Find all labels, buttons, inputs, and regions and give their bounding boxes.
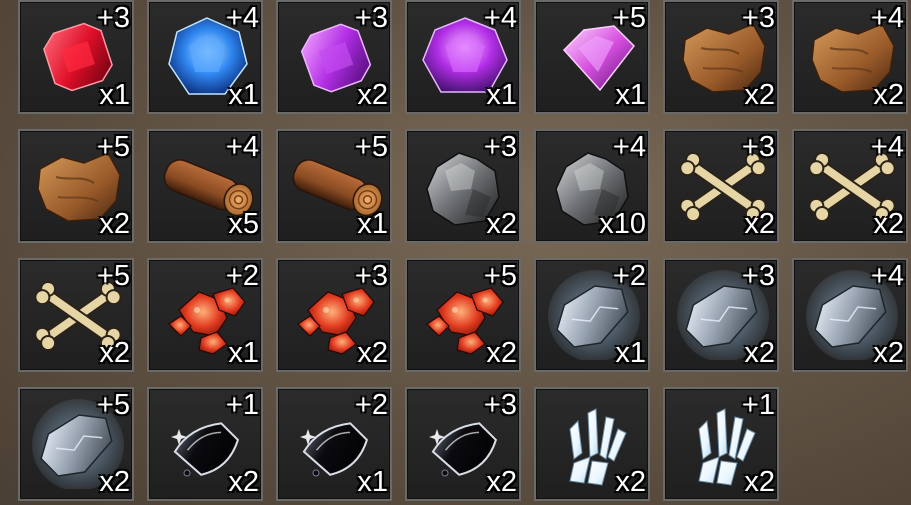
- item-quantity-label: x1: [357, 208, 388, 240]
- inventory-slot[interactable]: +1 x2: [147, 387, 263, 501]
- item-level-label: +3: [741, 131, 775, 163]
- item-level-label: +4: [870, 2, 904, 34]
- item-quantity-label: x2: [873, 79, 904, 111]
- item-level-label: +4: [483, 2, 517, 34]
- inventory-slot[interactable]: +4 x2: [792, 129, 908, 243]
- item-level-label: +3: [354, 2, 388, 34]
- item-quantity-label: x2: [744, 337, 775, 369]
- inventory-slot[interactable]: +3 x2: [276, 258, 392, 372]
- item-level-label: +3: [96, 2, 130, 34]
- item-level-label: +5: [354, 131, 388, 163]
- item-level-label: +2: [354, 389, 388, 421]
- item-level-label: +5: [483, 260, 517, 292]
- item-quantity-label: x2: [486, 466, 517, 498]
- inventory-slot[interactable]: +4 x2: [792, 0, 908, 114]
- item-level-label: +2: [612, 260, 646, 292]
- inventory-slot[interactable]: +1 x2: [663, 387, 779, 501]
- item-level-label: +3: [741, 2, 775, 34]
- item-level-label: +4: [870, 131, 904, 163]
- item-level-label: +3: [483, 389, 517, 421]
- inventory-slot[interactable]: +4 x1: [405, 0, 521, 114]
- inventory-slot[interactable]: +2 x1: [276, 387, 392, 501]
- inventory-slot[interactable]: +3 x2: [276, 0, 392, 114]
- item-quantity-label: x2: [873, 208, 904, 240]
- item-quantity-label: x1: [486, 79, 517, 111]
- inventory-slot[interactable]: +3 x2: [663, 0, 779, 114]
- inventory-slot[interactable]: +5 x1: [534, 0, 650, 114]
- item-level-label: +3: [741, 260, 775, 292]
- item-quantity-label: x10: [599, 208, 646, 240]
- item-level-label: +5: [96, 389, 130, 421]
- item-level-label: +3: [354, 260, 388, 292]
- item-level-label: +2: [225, 260, 259, 292]
- item-quantity-label: x1: [357, 466, 388, 498]
- inventory-slot[interactable]: +3 x2: [405, 387, 521, 501]
- item-quantity-label: x1: [615, 337, 646, 369]
- item-quantity-label: x2: [615, 466, 646, 498]
- item-quantity-label: x2: [486, 337, 517, 369]
- inventory-slot[interactable]: x2: [534, 387, 650, 501]
- inventory-slot[interactable]: +5 x2: [405, 258, 521, 372]
- inventory-slot[interactable]: +5 x1: [276, 129, 392, 243]
- item-quantity-label: x1: [228, 79, 259, 111]
- item-quantity-label: x2: [873, 337, 904, 369]
- item-level-label: +3: [483, 131, 517, 163]
- item-quantity-label: x2: [99, 337, 130, 369]
- item-quantity-label: x2: [486, 208, 517, 240]
- inventory-slot[interactable]: +2 x1: [534, 258, 650, 372]
- item-level-label: +1: [225, 389, 259, 421]
- item-quantity-label: x1: [99, 79, 130, 111]
- item-level-label: +4: [612, 131, 646, 163]
- item-quantity-label: x2: [99, 208, 130, 240]
- item-level-label: +5: [96, 131, 130, 163]
- inventory-slot[interactable]: +3 x2: [405, 129, 521, 243]
- item-level-label: +5: [612, 2, 646, 34]
- item-quantity-label: x2: [744, 208, 775, 240]
- item-quantity-label: x2: [357, 79, 388, 111]
- item-level-label: +4: [870, 260, 904, 292]
- inventory-slot[interactable]: +3 x1: [18, 0, 134, 114]
- inventory-slot[interactable]: +4 x10: [534, 129, 650, 243]
- item-level-label: +1: [741, 389, 775, 421]
- inventory-slot[interactable]: +3 x2: [663, 258, 779, 372]
- item-quantity-label: x2: [99, 466, 130, 498]
- inventory-slot[interactable]: +5 x2: [18, 258, 134, 372]
- item-quantity-label: x2: [357, 337, 388, 369]
- item-level-label: +4: [225, 2, 259, 34]
- item-quantity-label: x2: [744, 79, 775, 111]
- item-quantity-label: x2: [228, 466, 259, 498]
- inventory-slot[interactable]: +3 x2: [663, 129, 779, 243]
- inventory-grid: +3 x1 +4 x1 +3 x2 +4 x1 +5 x1 +3 x2 +4 x…: [0, 0, 911, 505]
- inventory-slot[interactable]: +2 x1: [147, 258, 263, 372]
- inventory-slot[interactable]: +4 x2: [792, 258, 908, 372]
- inventory-slot[interactable]: +4 x1: [147, 0, 263, 114]
- inventory-slot[interactable]: +5 x2: [18, 129, 134, 243]
- item-quantity-label: x5: [228, 208, 259, 240]
- item-quantity-label: x2: [744, 466, 775, 498]
- inventory-slot[interactable]: +4 x5: [147, 129, 263, 243]
- inventory-slot[interactable]: +5 x2: [18, 387, 134, 501]
- item-quantity-label: x1: [228, 337, 259, 369]
- item-level-label: +5: [96, 260, 130, 292]
- item-quantity-label: x1: [615, 79, 646, 111]
- item-level-label: +4: [225, 131, 259, 163]
